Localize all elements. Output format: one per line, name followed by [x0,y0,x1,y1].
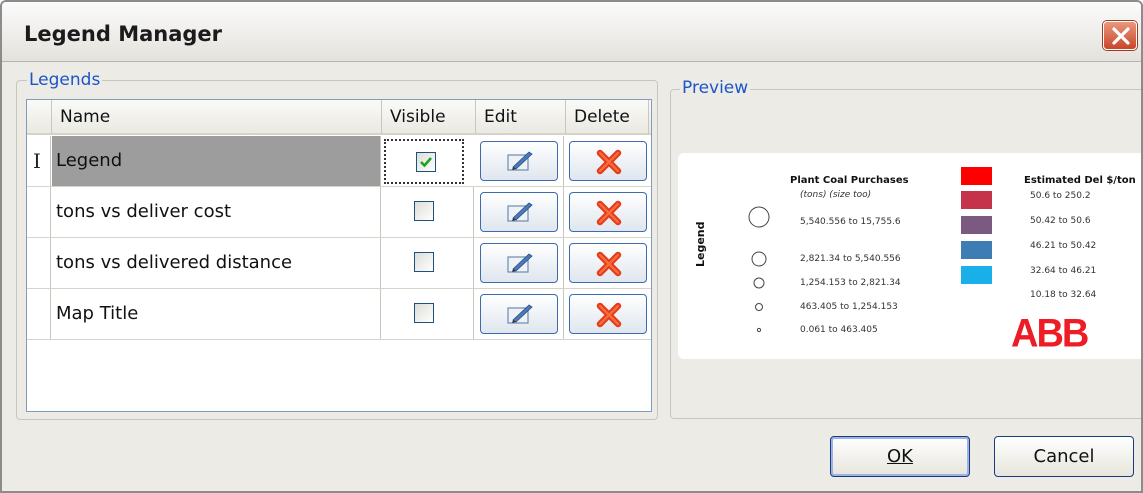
abb-logo: ABB [1011,311,1089,357]
ok-button[interactable]: OK [830,436,970,477]
visible-cell[interactable] [381,187,474,237]
visible-cell[interactable] [381,289,474,339]
preview-left-item: 1,254.153 to 2,821.34 [800,278,901,288]
legend-preview: Legend Plant Coal Purchases (tons) (size… [678,153,1141,359]
close-button[interactable] [1103,21,1137,50]
size-symbol-2 [751,251,767,267]
preview-left-title: Plant Coal Purchases [790,175,909,186]
preview-right-item: 50.6 to 250.2 [1030,191,1091,201]
legend-name-cell[interactable]: tons vs delivered distance [52,238,381,288]
size-symbol-3 [753,277,765,289]
row-header[interactable]: I [27,136,51,186]
cancel-button[interactable]: Cancel [994,436,1134,477]
edit-cell [475,289,564,339]
table-row[interactable]: tons vs deliver cost [27,187,651,238]
color-swatch [961,216,992,234]
edit-icon [507,202,533,222]
visible-checkbox[interactable] [416,152,436,172]
delete-button[interactable] [569,243,647,283]
cancel-button-label: Cancel [1033,446,1095,467]
size-symbol-1 [748,206,770,228]
edit-cell [475,187,564,237]
color-swatch [961,266,992,284]
checkmark-icon [420,157,432,168]
delete-cell [565,136,651,186]
visible-checkbox[interactable] [414,303,434,323]
delete-cell [565,187,651,237]
preview-left-subtitle: (tons) (size too) [800,190,872,200]
delete-icon [596,149,622,175]
edit-icon [507,151,533,171]
size-symbol-4 [755,303,763,311]
size-symbols [748,206,770,333]
edit-cell [475,136,564,186]
preview-left-item: 2,821.34 to 5,540.556 [800,254,901,264]
preview-group-label: Preview [680,78,751,98]
visible-cell[interactable] [384,139,464,184]
color-swatch [961,167,992,185]
title-bar[interactable]: Legend Manager [2,2,1141,62]
table-row[interactable]: I Legend [27,136,651,187]
legend-name-cell[interactable]: Legend [52,136,381,186]
table-row[interactable]: Map Title [27,289,651,340]
delete-icon [596,302,622,328]
preview-left-item: 0.061 to 463.405 [800,325,878,335]
delete-cell [565,289,651,339]
preview-right-item: 32.64 to 46.21 [1030,266,1097,276]
edit-button[interactable] [480,192,558,232]
grid-header: Name Visible Edit Delete [27,100,651,135]
legend-manager-window: Legend Manager Legends Name Visible Edit… [0,0,1143,493]
close-icon [1112,27,1130,45]
row-header[interactable] [27,289,51,339]
visible-cell[interactable] [381,238,474,288]
row-header[interactable] [27,238,51,288]
delete-button[interactable] [569,141,647,181]
preview-vertical-label: Legend [694,221,707,267]
preview-right-item: 50.42 to 50.6 [1030,216,1091,226]
row-header[interactable] [27,187,51,237]
delete-icon [596,251,622,277]
column-header-visible[interactable]: Visible [381,100,475,133]
ok-button-label: OK [887,446,913,467]
delete-button[interactable] [569,294,647,334]
preview-right-item: 10.18 to 32.64 [1030,290,1097,300]
edit-icon [507,304,533,324]
preview-right-item: 46.21 to 50.42 [1030,241,1097,251]
color-swatch [961,191,992,209]
window-title: Legend Manager [24,22,223,46]
legend-name-cell[interactable]: tons vs deliver cost [52,187,381,237]
column-header-edit[interactable]: Edit [475,100,565,133]
legend-name-cell[interactable]: Map Title [52,289,381,339]
edit-cell [475,238,564,288]
edit-button[interactable] [480,243,558,283]
delete-cell [565,238,651,288]
table-row[interactable]: tons vs delivered distance [27,238,651,289]
legends-grid: Name Visible Edit Delete I Legend tons v… [26,99,652,412]
visible-checkbox[interactable] [414,252,434,272]
edit-button[interactable] [480,141,558,181]
preview-left-item: 463.405 to 1,254.153 [800,302,898,312]
preview-right-title: Estimated Del $/ton [1024,175,1136,186]
column-header-delete[interactable]: Delete [565,100,649,133]
color-swatch [961,241,992,259]
preview-left-item: 5,540.556 to 15,755.6 [800,217,901,227]
size-symbol-5 [756,327,762,333]
delete-button[interactable] [569,192,647,232]
legends-group-label: Legends [29,70,101,90]
column-header-name[interactable]: Name [51,100,381,133]
text-cursor-icon: I [33,149,41,173]
visible-checkbox[interactable] [414,201,434,221]
edit-icon [507,253,533,273]
delete-icon [596,200,622,226]
edit-button[interactable] [480,294,558,334]
